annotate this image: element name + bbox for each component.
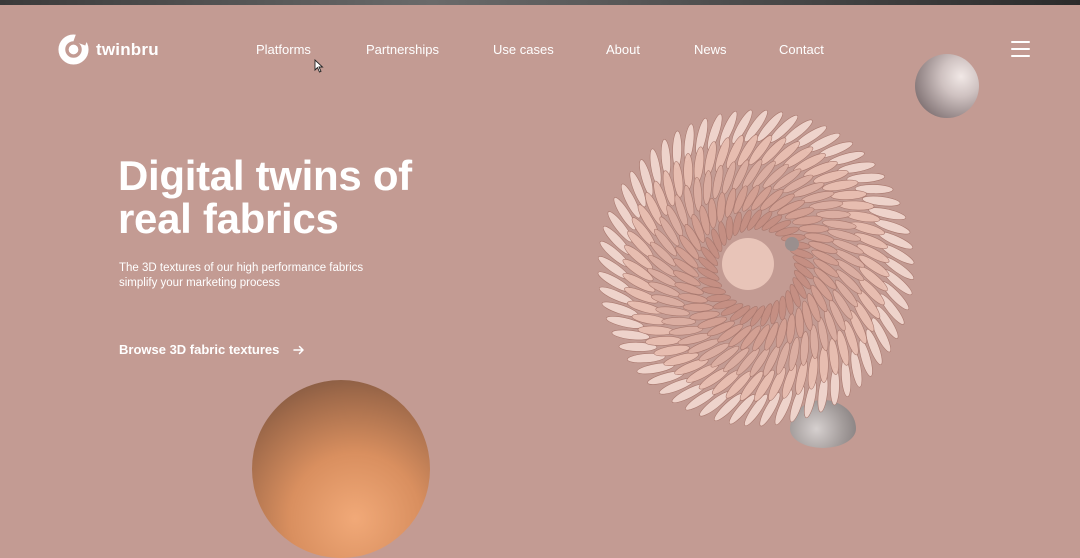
window-top-bar	[0, 0, 1080, 5]
fabric-petal	[725, 215, 734, 241]
fabric-petal	[682, 303, 714, 312]
fabric-petal	[644, 336, 682, 346]
nav-item-news[interactable]: News	[694, 42, 727, 57]
hero-headline-line-2: real fabrics	[118, 195, 339, 242]
nav-item-use-cases[interactable]: Use cases	[493, 42, 554, 57]
browse-textures-link[interactable]: Browse 3D fabric textures	[119, 342, 305, 357]
fabric-petal	[819, 346, 829, 383]
browse-textures-label: Browse 3D fabric textures	[119, 342, 280, 357]
hamburger-menu-icon[interactable]	[1011, 40, 1030, 58]
fabric-petal	[778, 295, 787, 321]
nav-item-platforms[interactable]: Platforms	[256, 42, 311, 57]
fabric-petal	[798, 224, 830, 233]
fabric-petal	[683, 153, 693, 190]
hero-subtitle-line-1: The 3D textures of our high performance …	[119, 262, 364, 274]
small-grey-bead	[785, 237, 799, 251]
hero-subtitle: The 3D textures of our high performance …	[119, 261, 399, 291]
fabric-petal	[807, 353, 819, 390]
nav-item-about[interactable]: About	[606, 42, 640, 57]
fabric-petal	[693, 146, 705, 183]
hero-headline-line-1: Digital twins of	[118, 152, 412, 199]
nav-item-contact[interactable]: Contact	[779, 42, 824, 57]
mouse-cursor-icon	[314, 59, 324, 73]
decorative-orange-sphere	[252, 380, 430, 558]
fabric-center-hole	[722, 238, 774, 290]
nav-item-partnerships[interactable]: Partnerships	[366, 42, 439, 57]
arrow-right-icon	[293, 345, 305, 354]
hero-headline: Digital twins of real fabrics	[118, 154, 518, 240]
fabric-petal	[830, 190, 868, 200]
fabric-sculpture-image	[597, 109, 915, 427]
hero-subtitle-line-2: simplify your marketing process	[119, 277, 281, 289]
main-navigation: Platforms Partnerships Use cases About N…	[0, 42, 1080, 60]
